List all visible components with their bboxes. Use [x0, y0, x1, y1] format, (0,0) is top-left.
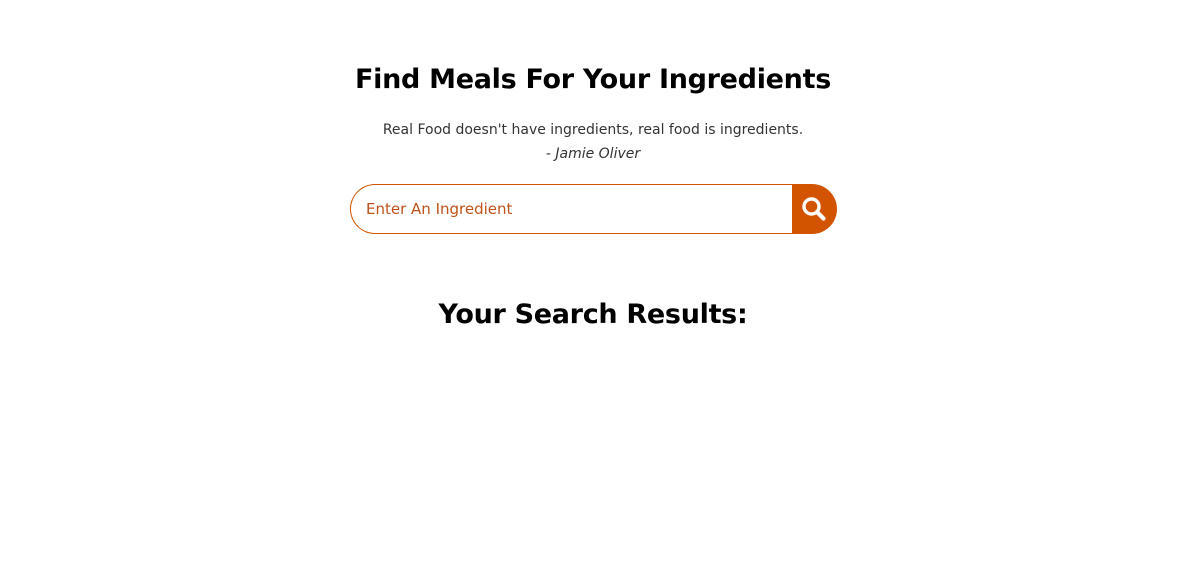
page-title: Find Meals For Your Ingredients — [355, 64, 831, 95]
quote-author: - Jamie Oliver — [545, 146, 641, 162]
ingredient-search-input[interactable] — [350, 184, 792, 234]
search-form — [350, 184, 837, 234]
results-heading: Your Search Results: — [438, 299, 748, 330]
search-icon — [801, 197, 826, 221]
results-list — [350, 350, 837, 550]
search-button[interactable] — [792, 184, 837, 234]
quote-text: Real Food doesn't have ingredients, real… — [382, 122, 804, 138]
page: Find Meals For Your Ingredients Real Foo… — [0, 0, 1186, 588]
